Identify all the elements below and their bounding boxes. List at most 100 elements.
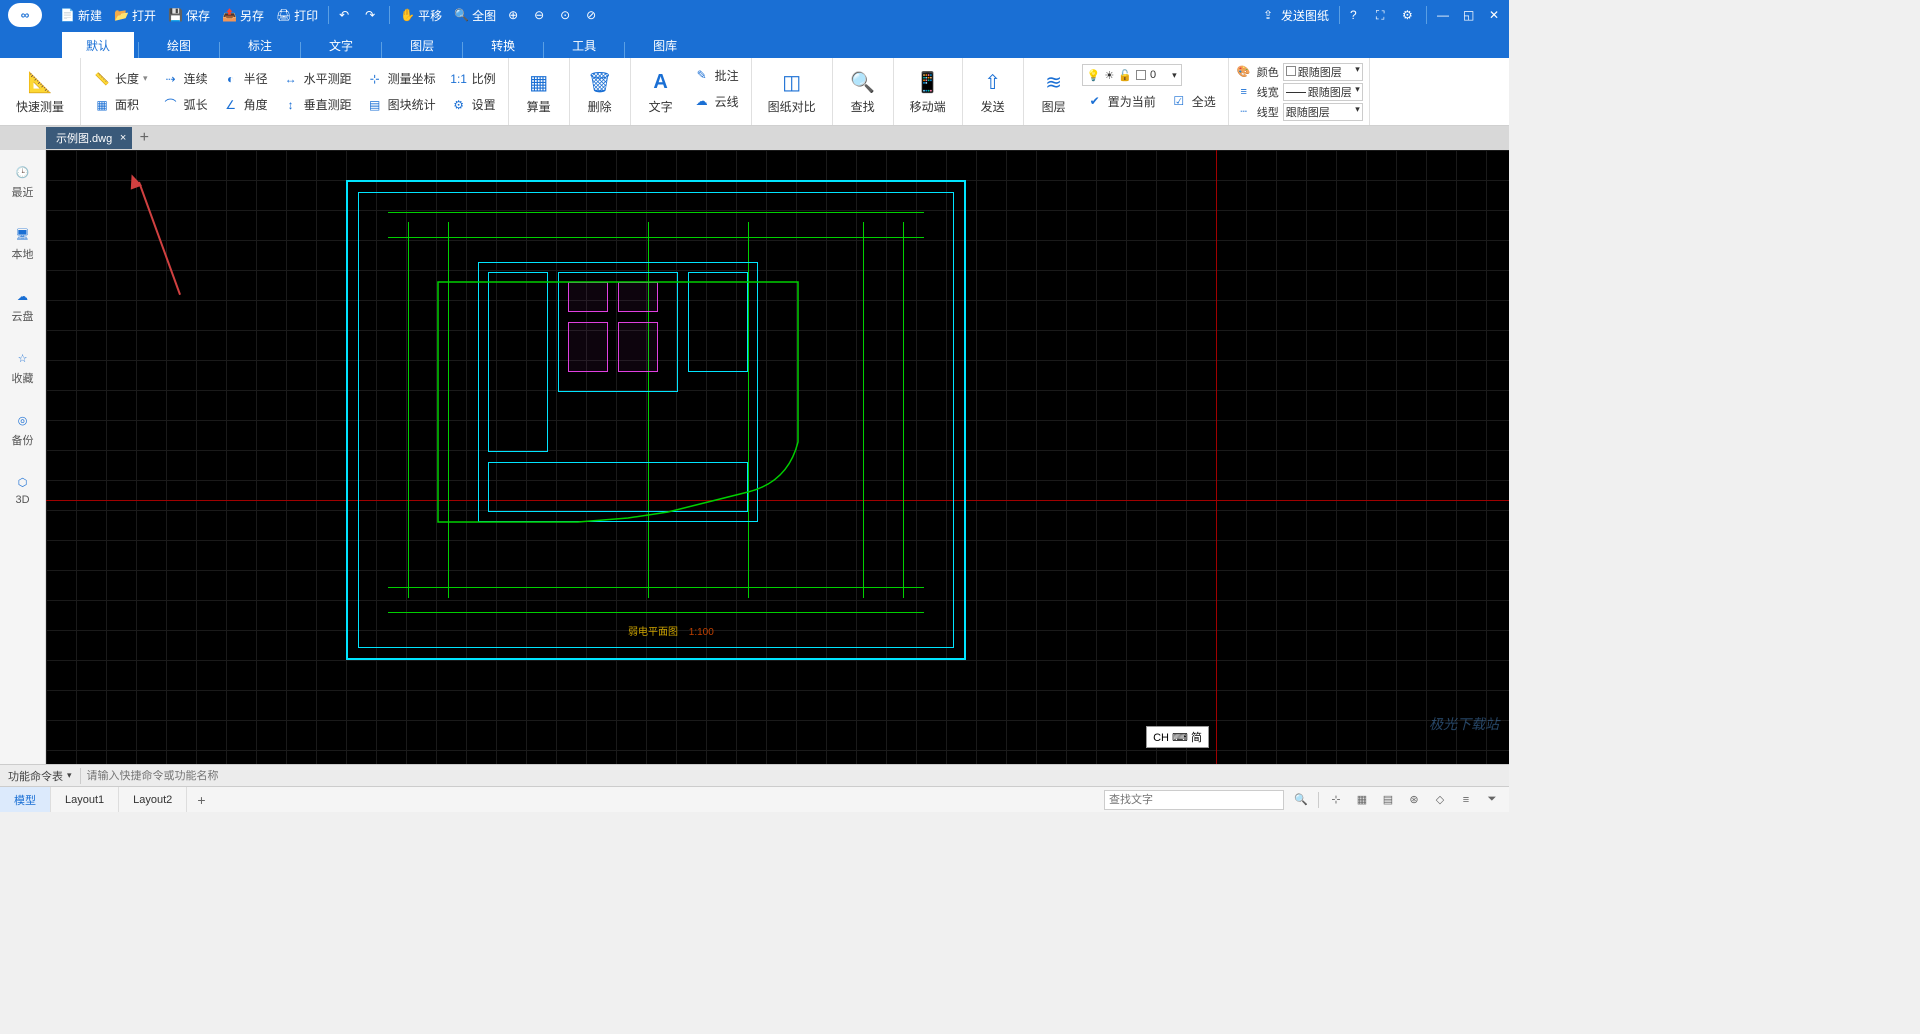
- cloud-button[interactable]: ☁云线: [689, 90, 743, 112]
- ribbon-tabs: 默认 绘图 标注 文字 图层 转换 工具 图库: [0, 30, 1509, 58]
- layout-tab-2[interactable]: Layout2: [119, 787, 187, 812]
- sidebar-item-local[interactable]: 🖥本地: [0, 220, 45, 266]
- sidebar-item-recent[interactable]: 🕒最近: [0, 158, 45, 204]
- layer-selector[interactable]: 💡☀🔓0▾: [1082, 64, 1182, 86]
- snap-button[interactable]: ⊹: [1327, 791, 1345, 809]
- vdist-button[interactable]: ↕垂直测距: [278, 94, 356, 116]
- layout-tab-model[interactable]: 模型: [0, 787, 51, 812]
- file-tab-label: 示例图.dwg: [56, 130, 112, 146]
- polar-button[interactable]: ⊛: [1405, 791, 1423, 809]
- arc-label: 弧长: [184, 96, 208, 113]
- new-button[interactable]: 📄新建: [54, 0, 108, 30]
- radius-button[interactable]: ◐半径: [218, 68, 272, 90]
- quick-access-bar: ∞ 📄新建 📂打开 💾保存 📤另存 🖨打印 ↶ ↷ ✋平移 🔍全图 ⊕ ⊖ ⊙ …: [0, 0, 1509, 30]
- zoom-in-button[interactable]: ⊕: [502, 0, 528, 30]
- calc-icon: ▦: [525, 68, 553, 96]
- tab-layer[interactable]: 图层: [386, 32, 458, 58]
- sidebar-item-3d[interactable]: ⬡3D: [0, 468, 45, 510]
- layer-button[interactable]: ≋图层: [1032, 64, 1076, 119]
- settings-button-r[interactable]: ⚙设置: [446, 94, 500, 116]
- search-input[interactable]: [1104, 790, 1284, 810]
- tab-annotate[interactable]: 标注: [224, 32, 296, 58]
- find-button[interactable]: 🔍查找: [841, 64, 885, 119]
- arc-icon: ⌒: [162, 96, 180, 114]
- color-selector[interactable]: 跟随图层▾: [1283, 63, 1363, 81]
- zoom-prev-button[interactable]: ⊘: [580, 0, 606, 30]
- area-button[interactable]: ▦面积: [89, 94, 152, 116]
- file-tab[interactable]: 示例图.dwg ×: [46, 127, 132, 149]
- layout-tab-1[interactable]: Layout1: [51, 787, 119, 812]
- mobile-button[interactable]: 📱移动端: [902, 64, 954, 119]
- ortho-button[interactable]: ▤: [1379, 791, 1397, 809]
- more-button[interactable]: ⏷: [1483, 791, 1501, 809]
- sidebar-item-fav[interactable]: ☆收藏: [0, 344, 45, 390]
- compare-button[interactable]: ◫图纸对比: [760, 64, 824, 119]
- send-button[interactable]: ⇧发送: [971, 64, 1015, 119]
- layer-value: 0: [1150, 69, 1156, 81]
- lineweight-toggle[interactable]: ≡: [1457, 791, 1475, 809]
- tab-draw[interactable]: 绘图: [143, 32, 215, 58]
- close-tab-icon[interactable]: ×: [120, 132, 126, 144]
- sidebar-label: 3D: [15, 494, 29, 506]
- annotate-button[interactable]: ✎批注: [689, 64, 743, 86]
- crosshair-v: [1216, 150, 1217, 764]
- pan-button[interactable]: ✋平移: [394, 0, 448, 30]
- blockstat-button[interactable]: ▤图块统计: [362, 94, 440, 116]
- continuous-icon: ⇢: [162, 70, 180, 88]
- lineweight-selector[interactable]: 跟随图层▾: [1283, 83, 1363, 101]
- command-input[interactable]: [81, 770, 1509, 782]
- minimize-button[interactable]: —: [1431, 0, 1457, 30]
- sidebar-item-backup[interactable]: ◎备份: [0, 406, 45, 452]
- help-button[interactable]: ?: [1344, 0, 1370, 30]
- fit-button[interactable]: 🔍全图: [448, 0, 502, 30]
- saveas-button[interactable]: 📤另存: [216, 0, 270, 30]
- zoom-window-button[interactable]: ⊙: [554, 0, 580, 30]
- coord-icon: ⊹: [366, 70, 384, 88]
- fullscreen-button[interactable]: ⛶: [1370, 0, 1396, 30]
- open-button[interactable]: 📂打开: [108, 0, 162, 30]
- selall-label: 全选: [1192, 93, 1216, 110]
- continuous-button[interactable]: ⇢连续: [158, 68, 212, 90]
- grid-button[interactable]: ▦: [1353, 791, 1371, 809]
- close-window-button[interactable]: ✕: [1483, 0, 1509, 30]
- undo-button[interactable]: ↶: [333, 0, 359, 30]
- angle-button[interactable]: ∠角度: [218, 94, 272, 116]
- linetype-icon: ┄: [1235, 103, 1253, 121]
- command-label[interactable]: 功能命令表▾: [0, 768, 81, 784]
- tab-default[interactable]: 默认: [62, 32, 134, 58]
- delete-button[interactable]: 🗑删除: [578, 64, 622, 119]
- save-button[interactable]: 💾保存: [162, 0, 216, 30]
- search-go-button[interactable]: 🔍: [1292, 791, 1310, 809]
- add-tab-button[interactable]: +: [132, 127, 156, 149]
- hdist-button[interactable]: ↔水平测距: [278, 68, 356, 90]
- send-drawing-button[interactable]: ⇪发送图纸: [1257, 0, 1335, 30]
- tab-text[interactable]: 文字: [305, 32, 377, 58]
- selall-button[interactable]: ☑全选: [1166, 90, 1220, 112]
- mcoord-button[interactable]: ⊹测量坐标: [362, 68, 440, 90]
- print-button[interactable]: 🖨打印: [270, 0, 324, 30]
- maximize-button[interactable]: ◱: [1457, 0, 1483, 30]
- setcurrent-button[interactable]: ✔置为当前: [1082, 90, 1160, 112]
- tab-tools[interactable]: 工具: [548, 32, 620, 58]
- length-button[interactable]: 📏长度▾: [89, 68, 152, 90]
- send-drawing-label: 发送图纸: [1281, 7, 1329, 24]
- sidebar-item-cloud[interactable]: ☁云盘: [0, 282, 45, 328]
- radius-icon: ◐: [222, 70, 240, 88]
- calc-button[interactable]: ▦算量: [517, 64, 561, 119]
- drawing-canvas[interactable]: 弱电平面图 1:100 CH ⌨ 简 极光下载站: [46, 150, 1509, 764]
- scale-button[interactable]: 1:1比例: [446, 68, 500, 90]
- zoom-out-button[interactable]: ⊖: [528, 0, 554, 30]
- arc-button[interactable]: ⌒弧长: [158, 94, 212, 116]
- tab-library[interactable]: 图库: [629, 32, 701, 58]
- ribbon: 📐快速测量 📏长度▾ ▦面积 ⇢连续 ⌒弧长 ◐半径 ∠角度 ↔水平测距 ↕垂直…: [0, 58, 1509, 126]
- quickmeasure-button[interactable]: 📐快速测量: [8, 64, 72, 119]
- tab-convert[interactable]: 转换: [467, 32, 539, 58]
- redo-button[interactable]: ↷: [359, 0, 385, 30]
- add-layout-button[interactable]: +: [187, 792, 215, 808]
- sidebar-label: 最近: [12, 184, 34, 200]
- linetype-selector[interactable]: 跟随图层▾: [1283, 103, 1363, 121]
- osnap-button[interactable]: ◇: [1431, 791, 1449, 809]
- hdist-label: 水平测距: [304, 70, 352, 87]
- settings-button[interactable]: ⚙: [1396, 0, 1422, 30]
- text-button[interactable]: A文字: [639, 64, 683, 119]
